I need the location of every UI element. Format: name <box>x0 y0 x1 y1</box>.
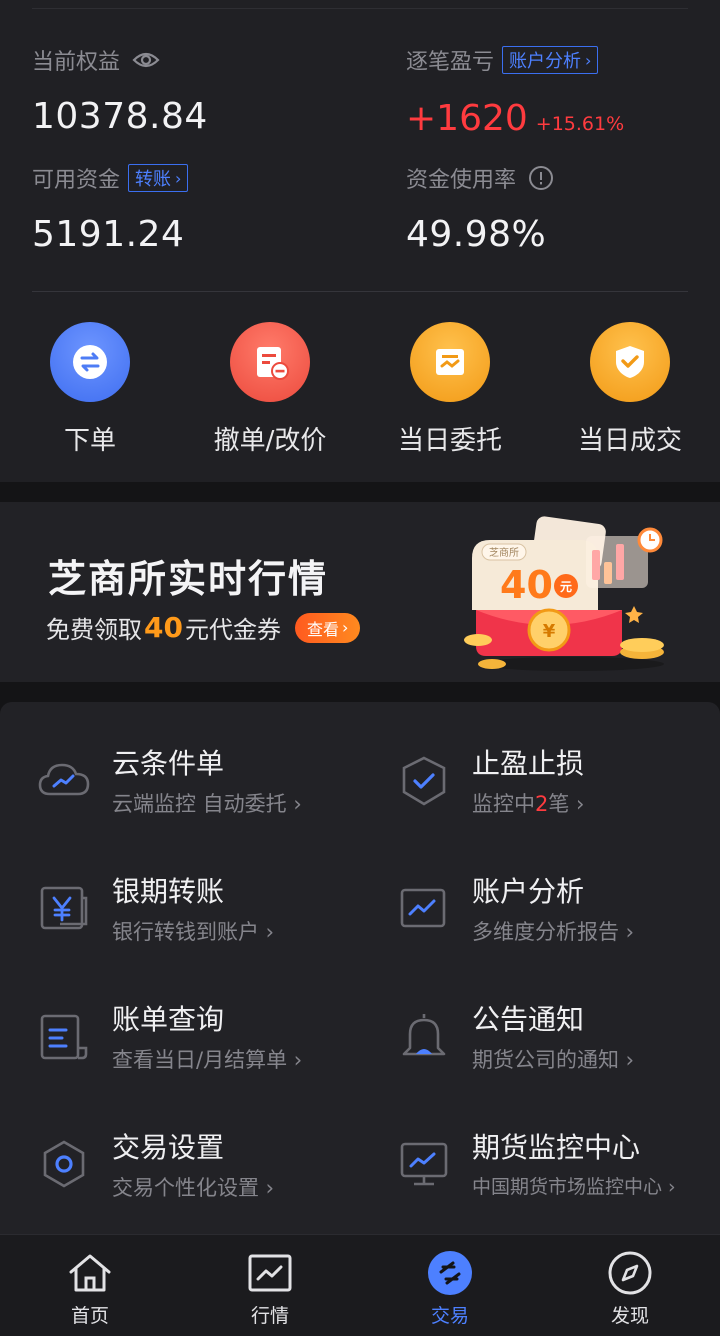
yuan-icon <box>40 886 88 930</box>
feature-subtitle: 云端监控 自动委托 › <box>112 792 302 816</box>
tab-label: 行情 <box>250 1305 289 1327</box>
tab-trade[interactable]: 交易 <box>360 1235 540 1336</box>
banner-amount: 40 <box>144 611 183 644</box>
chart-line-icon <box>400 888 446 928</box>
compass-icon <box>608 1251 652 1295</box>
pnl-label-row: 逐笔盈亏 账户分析 › <box>406 44 599 76</box>
usage-label-row: 资金使用率 <box>406 162 554 194</box>
feature-subtitle: 多维度分析报告 › <box>472 920 635 944</box>
divider <box>32 291 688 292</box>
action-label: 当日成交 <box>577 426 682 456</box>
tab-discover[interactable]: 发现 <box>540 1235 720 1336</box>
equity-value: 10378.84 <box>32 96 208 137</box>
usage-value: 49.98% <box>406 214 547 255</box>
bank-futures-transfer-item[interactable]: 银期转账 银行转钱到账户 › <box>36 870 386 980</box>
feature-title: 公告通知 <box>472 1003 585 1036</box>
cloud-chart-icon <box>38 763 90 796</box>
cancel-order-icon <box>230 322 310 402</box>
chevron-right-icon: › <box>341 618 349 637</box>
transfer-button[interactable]: 转账 › <box>128 164 189 192</box>
account-analysis-button[interactable]: 账户分析 › <box>502 46 599 74</box>
take-profit-stop-loss-item[interactable]: 止盈止损 监控中2笔 › <box>396 742 720 852</box>
deal-icon <box>590 322 670 402</box>
trade-icon <box>428 1251 472 1295</box>
feature-subtitle: 监控中2笔 › <box>472 792 585 816</box>
divider <box>32 8 688 9</box>
tab-label: 首页 <box>70 1305 109 1327</box>
banner-title: 芝商所实时行情 <box>48 557 329 601</box>
chevron-right-icon: › <box>585 50 592 70</box>
feature-subtitle: 中国期货市场监控中心 › <box>472 1176 676 1198</box>
pnl-label: 逐笔盈亏 <box>406 50 495 75</box>
place-order-button[interactable]: 下单 <box>0 322 180 457</box>
announcement-item[interactable]: 公告通知 期货公司的通知 › <box>396 998 720 1108</box>
feature-subtitle: 查看当日/月结算单 › <box>112 1048 303 1072</box>
feature-subtitle: 期货公司的通知 › <box>472 1048 635 1072</box>
cloud-conditional-order-item[interactable]: 云条件单 云端监控 自动委托 › <box>36 742 386 852</box>
tab-home[interactable]: 首页 <box>0 1235 180 1336</box>
settings-hexagon-icon <box>43 1140 85 1188</box>
equity-label-row: 当前权益 <box>32 44 160 76</box>
cancel-order-button[interactable]: 撤单/改价 <box>180 322 360 457</box>
entrust-icon <box>410 322 490 402</box>
view-button-label: 查看 <box>306 619 339 639</box>
feature-title: 银期转账 <box>112 875 225 908</box>
today-deal-button[interactable]: 当日成交 <box>540 322 720 457</box>
today-entrust-button[interactable]: 当日委托 <box>360 322 540 457</box>
bill-query-item[interactable]: 账单查询 查看当日/月结算单 › <box>36 998 386 1108</box>
tab-label: 发现 <box>610 1305 649 1327</box>
monitor-count: 2 <box>535 792 549 816</box>
equity-label: 当前权益 <box>32 50 121 75</box>
promo-banner[interactable]: 芝商所实时行情 免费领取 40 元代金券 查看 › 芝商所 40 元 ¥ <box>0 502 720 682</box>
pnl-value-row: +1620 +15.61% <box>406 98 624 139</box>
chevron-right-icon: › <box>175 168 182 188</box>
svg-text:¥: ¥ <box>543 621 556 642</box>
exchange-icon <box>50 322 130 402</box>
feature-title: 止盈止损 <box>472 747 585 780</box>
bottom-tab-bar: 首页 行情 交易 发现 <box>0 1234 720 1336</box>
quick-actions: 下单 撤单/改价 当日委托 当日成交 <box>0 322 720 462</box>
bill-icon <box>40 1014 88 1060</box>
usage-label: 资金使用率 <box>406 168 517 193</box>
info-icon[interactable] <box>528 165 554 191</box>
art-unit: 元 <box>560 580 572 594</box>
coupon-illustration: 芝商所 40 元 ¥ <box>464 516 664 671</box>
banner-sub-suffix: 元代金券 <box>184 616 281 644</box>
action-label: 当日委托 <box>397 426 502 456</box>
pnl-percent: +15.61% <box>535 113 625 135</box>
tab-label: 交易 <box>430 1305 469 1327</box>
art-amount: 40 <box>500 563 553 607</box>
available-label-row: 可用资金 转账 › <box>32 162 189 194</box>
futures-monitor-center-item[interactable]: 期货监控中心 中国期货市场监控中心 › <box>396 1126 716 1236</box>
banner-sub-prefix: 免费领取 <box>46 616 142 644</box>
feature-title: 账户分析 <box>472 875 585 908</box>
account-summary-card: 当前权益 10378.84 逐笔盈亏 账户分析 › +1620 +15.61% … <box>0 0 720 482</box>
banner-subtitle: 免费领取 40 元代金券 查看 › <box>46 610 361 645</box>
feature-subtitle: 交易个性化设置 › <box>112 1176 275 1200</box>
account-analysis-label: 账户分析 <box>509 51 582 72</box>
pnl-value: +1620 <box>406 98 528 139</box>
shield-check-icon <box>402 756 446 806</box>
home-icon <box>69 1254 111 1292</box>
feature-title: 账单查询 <box>112 1003 225 1036</box>
action-label: 撤单/改价 <box>213 426 327 456</box>
view-button[interactable]: 查看 › <box>294 612 361 643</box>
monitor-icon <box>400 1142 448 1186</box>
available-value: 5191.24 <box>32 214 185 255</box>
bell-icon <box>402 1014 446 1056</box>
feature-title: 云条件单 <box>112 747 225 780</box>
action-label: 下单 <box>63 426 116 456</box>
market-icon <box>248 1254 292 1292</box>
trade-settings-item[interactable]: 交易设置 交易个性化设置 › <box>36 1126 386 1236</box>
eye-icon[interactable] <box>132 50 160 70</box>
tab-market[interactable]: 行情 <box>180 1235 360 1336</box>
feature-title: 期货监控中心 <box>472 1131 641 1164</box>
feature-title: 交易设置 <box>112 1131 225 1164</box>
account-analysis-item[interactable]: 账户分析 多维度分析报告 › <box>396 870 720 980</box>
transfer-label: 转账 <box>135 169 172 190</box>
art-tag: 芝商所 <box>489 546 519 559</box>
available-label: 可用资金 <box>32 168 121 193</box>
features-grid: 云条件单 云端监控 自动委托 › 止盈止损 监控中2笔 › 银期转账 银行转钱到… <box>0 702 720 1234</box>
feature-subtitle: 银行转钱到账户 › <box>112 920 275 944</box>
